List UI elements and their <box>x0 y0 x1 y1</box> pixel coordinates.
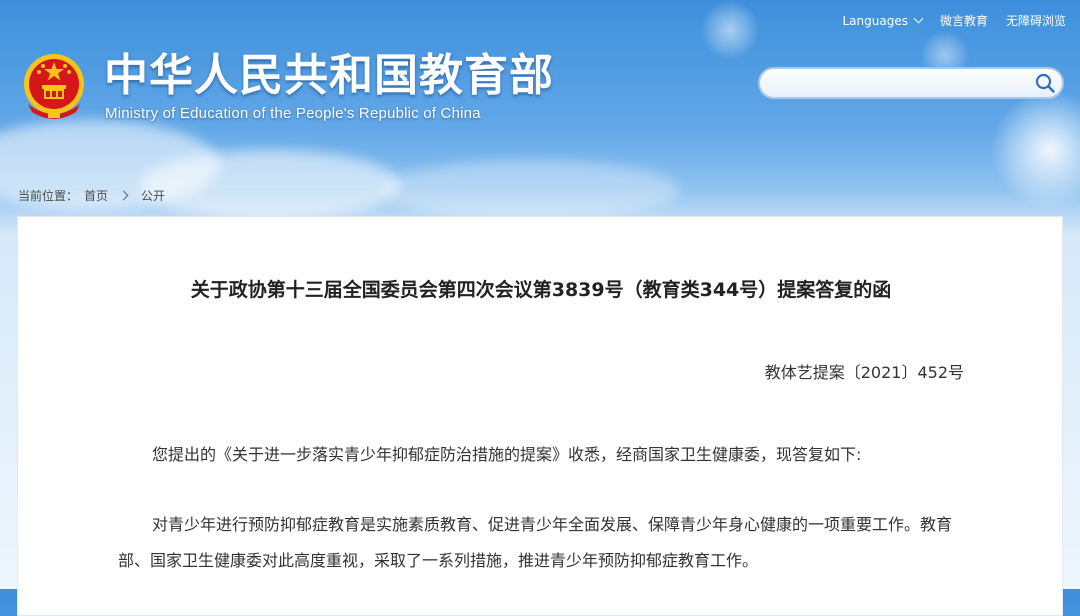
article-paragraph: 您提出的《关于进一步落实青少年抑郁症防治措施的提案》收悉，经商国家卫生健康委，现… <box>152 445 862 464</box>
dandelion-decoration <box>990 90 1080 210</box>
document-number: 教体艺提案〔2021〕452号 <box>764 363 964 382</box>
breadcrumb-current-link[interactable]: 公开 <box>141 187 165 204</box>
dandelion-decoration <box>700 0 760 60</box>
cloud-decoration <box>140 150 400 216</box>
breadcrumb-home-link[interactable]: 首页 <box>84 187 108 204</box>
top-nav: Languages 微言教育 无障碍浏览 <box>842 12 1066 29</box>
cloud-decoration <box>380 160 680 216</box>
chevron-down-icon <box>913 13 924 24</box>
article-panel: 关于政协第十三届全国委员会第四次会议第3839号（教育类344号）提案答复的函 … <box>17 216 1063 616</box>
site-title[interactable]: 中华人民共和国教育部 <box>104 52 554 100</box>
search-input[interactable] <box>774 74 1028 94</box>
search-box <box>758 67 1064 99</box>
search-icon[interactable] <box>1034 72 1056 94</box>
national-emblem-icon[interactable] <box>22 52 86 122</box>
accessibility-link[interactable]: 无障碍浏览 <box>1006 12 1066 29</box>
article-title: 关于政协第十三届全国委员会第四次会议第3839号（教育类344号）提案答复的函 <box>190 279 892 301</box>
article-paragraph: 对青少年进行预防抑郁症教育是实施素质教育、促进青少年全面发展、保障青少年身心健康… <box>118 515 953 570</box>
chevron-right-icon <box>118 190 129 201</box>
weiyan-link[interactable]: 微言教育 <box>940 12 988 29</box>
site-subtitle: Ministry of Education of the People's Re… <box>105 105 481 122</box>
header-banner: 中华人民共和国教育部 Ministry of Education of the … <box>0 0 1080 216</box>
languages-label: Languages <box>842 13 908 28</box>
languages-dropdown[interactable]: Languages <box>842 13 924 28</box>
breadcrumb-prefix: 当前位置： <box>18 189 79 203</box>
breadcrumb: 当前位置： 首页 公开 <box>18 187 165 204</box>
